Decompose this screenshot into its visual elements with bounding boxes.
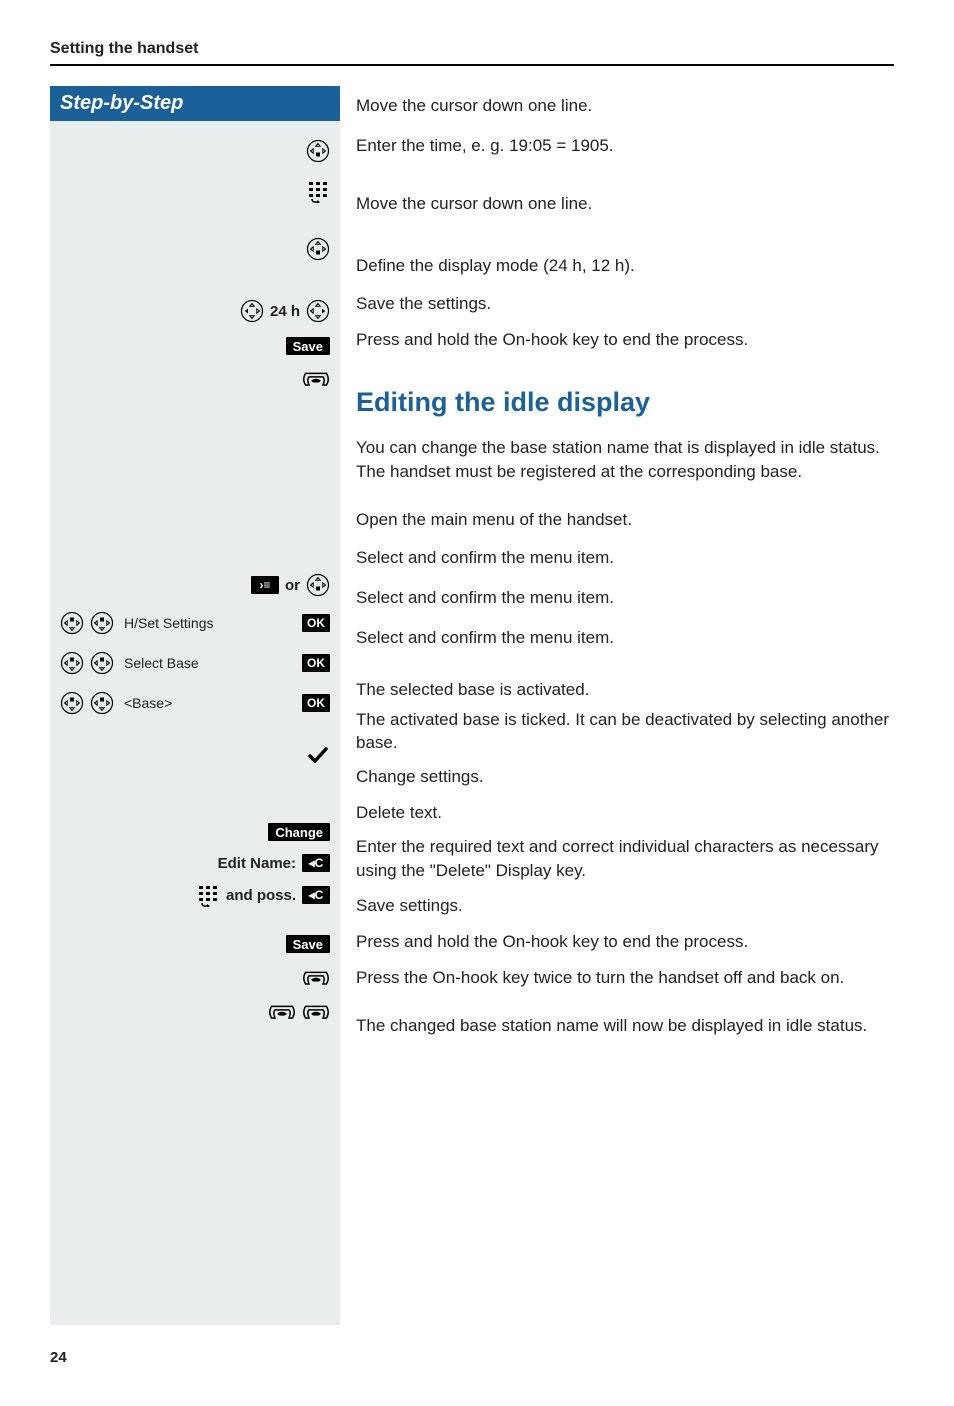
control-up-icon [90, 611, 114, 635]
instruction-text: Select and confirm the menu item. [356, 626, 614, 650]
content-layout: Step-by-Step 24 h Save ›≡ or [50, 86, 894, 1325]
change-softkey[interactable]: Change [268, 823, 330, 841]
onhook-icon [302, 967, 330, 987]
menu-item-hset-settings: H/Set Settings [124, 615, 296, 631]
instruction-text: Save settings. [356, 894, 463, 918]
control-up-icon [60, 691, 84, 715]
instruction-text: Change settings. [356, 765, 484, 789]
instruction-text: Open the main menu of the handset. [356, 508, 632, 532]
page-header: Setting the handset [50, 40, 894, 66]
section-intro: You can change the base station name tha… [356, 436, 894, 484]
onhook-icon [268, 1001, 296, 1021]
delete-softkey[interactable]: ◂C [302, 854, 330, 872]
menu-softkey[interactable]: ›≡ [251, 576, 279, 594]
left-column: Step-by-Step 24 h Save ›≡ or [50, 86, 340, 1325]
control-up-icon [90, 651, 114, 675]
instruction-text: The changed base station name will now b… [356, 1014, 894, 1038]
instruction-text: The activated base is ticked. It can be … [356, 708, 894, 756]
control-up-icon [90, 691, 114, 715]
control-down-icon [306, 573, 330, 597]
control-right-icon [306, 299, 330, 323]
and-poss-label: and poss. [226, 887, 296, 904]
instruction-text: Define the display mode (24 h, 12 h). [356, 254, 635, 278]
save-softkey[interactable]: Save [286, 935, 330, 953]
instruction-text: Select and confirm the menu item. [356, 546, 614, 570]
instruction-text: Move the cursor down one line. [356, 192, 592, 216]
section-heading: Editing the idle display [356, 387, 894, 418]
menu-item-select-base: Select Base [124, 655, 296, 671]
step-by-step-title: Step-by-Step [50, 86, 340, 121]
ok-softkey[interactable]: OK [302, 614, 330, 632]
right-column: Move the cursor down one line. Enter the… [356, 86, 894, 1325]
onhook-icon [302, 368, 330, 388]
control-down-icon [306, 237, 330, 261]
ok-softkey[interactable]: OK [302, 654, 330, 672]
keypad-icon [306, 179, 330, 203]
control-left-icon [240, 299, 264, 323]
delete-softkey[interactable]: ◂C [302, 886, 330, 904]
ok-softkey[interactable]: OK [302, 694, 330, 712]
instruction-text: Save the settings. [356, 292, 491, 316]
instruction-text: Enter the time, e. g. 19:05 = 1905. [356, 134, 614, 158]
instruction-text: Delete text. [356, 801, 442, 825]
edit-name-label: Edit Name: [218, 855, 296, 872]
instruction-text: The selected base is activated. [356, 678, 589, 702]
control-down-icon [306, 139, 330, 163]
onhook-icon [302, 1001, 330, 1021]
instruction-text: Press and hold the On-hook key to end th… [356, 328, 748, 352]
or-label: or [285, 577, 300, 594]
control-up-icon [60, 651, 84, 675]
instruction-text: Select and confirm the menu item. [356, 586, 614, 610]
time-mode-label: 24 h [270, 303, 300, 320]
instruction-text: Press and hold the On-hook key to end th… [356, 930, 748, 954]
keypad-icon [196, 883, 220, 907]
check-icon [306, 743, 330, 767]
menu-item-base-placeholder: <Base> [124, 695, 296, 711]
instruction-text: Enter the required text and correct indi… [356, 835, 894, 883]
save-softkey[interactable]: Save [286, 337, 330, 355]
control-up-icon [60, 611, 84, 635]
instruction-text: Press the On-hook key twice to turn the … [356, 966, 844, 990]
instruction-text: Move the cursor down one line. [356, 94, 592, 118]
